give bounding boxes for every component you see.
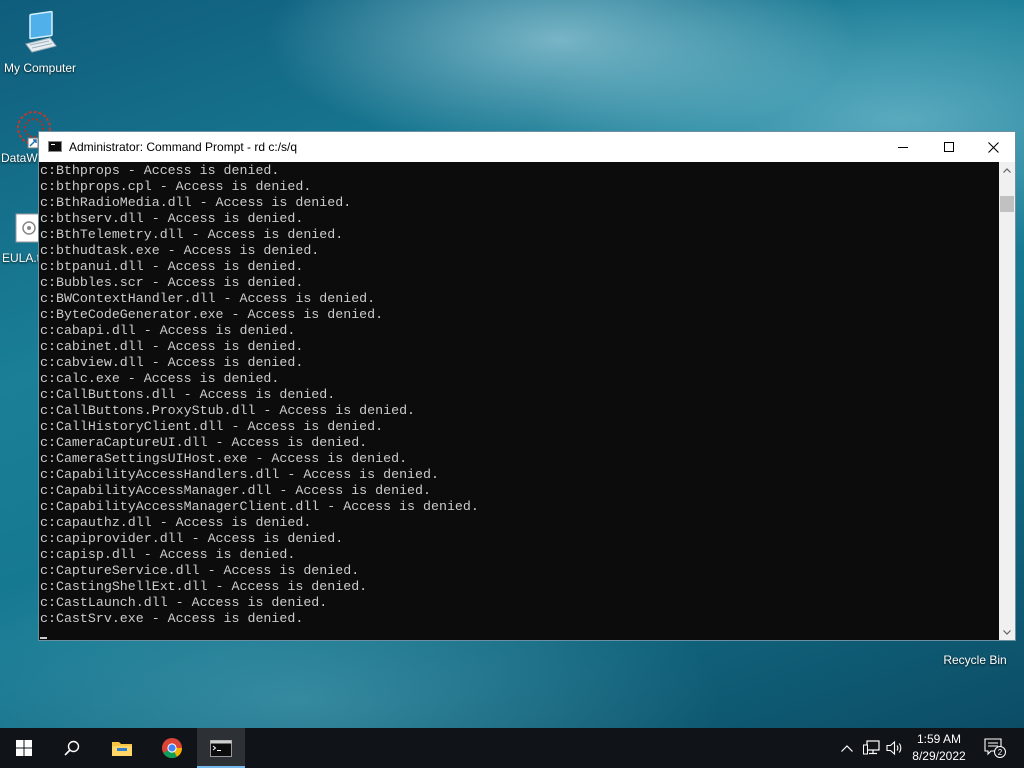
search-button[interactable] xyxy=(48,728,96,768)
recycle-bin-label: Recycle Bin xyxy=(943,653,1007,667)
console-line: c:btpanui.dll - Access is denied. xyxy=(40,259,304,274)
clock-time: 1:59 AM xyxy=(916,732,962,746)
chrome-button[interactable] xyxy=(148,728,196,768)
window-title: Administrator: Command Prompt - rd c:/s/… xyxy=(69,140,298,154)
close-icon xyxy=(987,141,999,153)
network-icon xyxy=(863,740,880,755)
network-button[interactable] xyxy=(861,728,883,768)
taskbar: 1:59 AM 8/29/2022 2 xyxy=(0,728,1024,768)
chevron-down-icon xyxy=(1003,629,1011,635)
command-prompt-icon xyxy=(210,739,232,757)
console-line: c:capisp.dll - Access is denied. xyxy=(40,547,296,562)
file-explorer-icon xyxy=(112,742,132,756)
maximize-icon xyxy=(944,142,954,152)
console-line: c:Bthprops - Access is denied. xyxy=(40,163,280,178)
start-icon xyxy=(16,740,32,756)
volume-button[interactable] xyxy=(884,728,906,768)
clock-date: 8/29/2022 xyxy=(912,749,966,763)
start-button[interactable] xyxy=(0,728,48,768)
console-line: c:CapabilityAccessManager.dll - Access i… xyxy=(40,483,431,498)
command-prompt-taskbar-button[interactable] xyxy=(197,728,245,768)
console-line: c:calc.exe - Access is denied. xyxy=(40,371,280,386)
cmd-icon xyxy=(48,141,62,152)
minimize-icon xyxy=(898,147,908,148)
chevron-up-icon xyxy=(1003,167,1011,173)
console-line: c:bthprops.cpl - Access is denied. xyxy=(40,179,312,194)
console-line: c:CallButtons.dll - Access is denied. xyxy=(40,387,336,402)
console-line: c:cabview.dll - Access is denied. xyxy=(40,355,304,370)
console-line: c:ByteCodeGenerator.exe - Access is deni… xyxy=(40,307,384,322)
search-icon xyxy=(64,740,80,756)
command-prompt-window[interactable]: Administrator: Command Prompt - rd c:/s/… xyxy=(38,131,1016,641)
desktop: My Computer DataW EULA.t Recycle Bin Adm… xyxy=(0,0,1024,728)
clock[interactable]: 1:59 AM 8/29/2022 xyxy=(904,731,974,765)
console-line: c:BthTelemetry.dll - Access is denied. xyxy=(40,227,344,242)
volume-icon xyxy=(886,740,902,756)
console-line: c:Bubbles.scr - Access is denied. xyxy=(40,275,304,290)
console-line: c:cabinet.dll - Access is denied. xyxy=(40,339,304,354)
console-line: c:CaptureService.dll - Access is denied. xyxy=(40,563,360,578)
console-line: c:CastLaunch.dll - Access is denied. xyxy=(40,595,328,610)
scroll-down-button[interactable] xyxy=(999,624,1015,640)
console-line: c:BthRadioMedia.dll - Access is denied. xyxy=(40,195,352,210)
maximize-button[interactable] xyxy=(926,132,972,162)
console-line: c:CameraSettingsUIHost.exe - Access is d… xyxy=(40,451,408,466)
notification-count: 2 xyxy=(998,748,1003,757)
console-line: c:bthudtask.exe - Access is denied. xyxy=(40,243,320,258)
console-line: c:CallHistoryClient.dll - Access is deni… xyxy=(40,419,384,434)
console-line: c:CastSrv.exe - Access is denied. xyxy=(40,611,304,626)
computer-icon xyxy=(25,10,57,53)
text-cursor xyxy=(40,637,47,639)
console-line: c:capauthz.dll - Access is denied. xyxy=(40,515,312,530)
console-line: c:BWContextHandler.dll - Access is denie… xyxy=(40,291,376,306)
chevron-up-icon xyxy=(841,744,853,752)
my-computer-shortcut[interactable]: My Computer xyxy=(0,8,80,75)
scrollbar-thumb[interactable] xyxy=(1000,196,1014,212)
minimize-button[interactable] xyxy=(880,132,926,162)
scroll-up-button[interactable] xyxy=(999,162,1015,178)
console-line: c:bthserv.dll - Access is denied. xyxy=(40,211,304,226)
file-explorer-button[interactable] xyxy=(98,728,146,768)
console-line: c:CapabilityAccessHandlers.dll - Access … xyxy=(40,467,439,482)
window-titlebar[interactable]: Administrator: Command Prompt - rd c:/s/… xyxy=(39,132,1015,162)
vertical-scrollbar[interactable] xyxy=(999,162,1015,640)
console-line: c:cabapi.dll - Access is denied. xyxy=(40,323,296,338)
chrome-icon xyxy=(162,738,183,759)
console-line: c:CameraCaptureUI.dll - Access is denied… xyxy=(40,435,368,450)
close-button[interactable] xyxy=(970,132,1016,162)
console-line: c:CastingShellExt.dll - Access is denied… xyxy=(40,579,368,594)
console-line: c:CapabilityAccessManagerClient.dll - Ac… xyxy=(40,499,479,514)
action-center-button[interactable]: 2 xyxy=(980,728,1010,768)
console-line: c:capiprovider.dll - Access is denied. xyxy=(40,531,344,546)
notification-icon: 2 xyxy=(984,738,1006,758)
my-computer-label: My Computer xyxy=(3,61,77,75)
show-hidden-icons-button[interactable] xyxy=(838,728,856,768)
console-line: c:CallButtons.ProxyStub.dll - Access is … xyxy=(40,403,416,418)
console-output[interactable]: c:Bthprops - Access is denied. c:bthprop… xyxy=(39,162,999,640)
